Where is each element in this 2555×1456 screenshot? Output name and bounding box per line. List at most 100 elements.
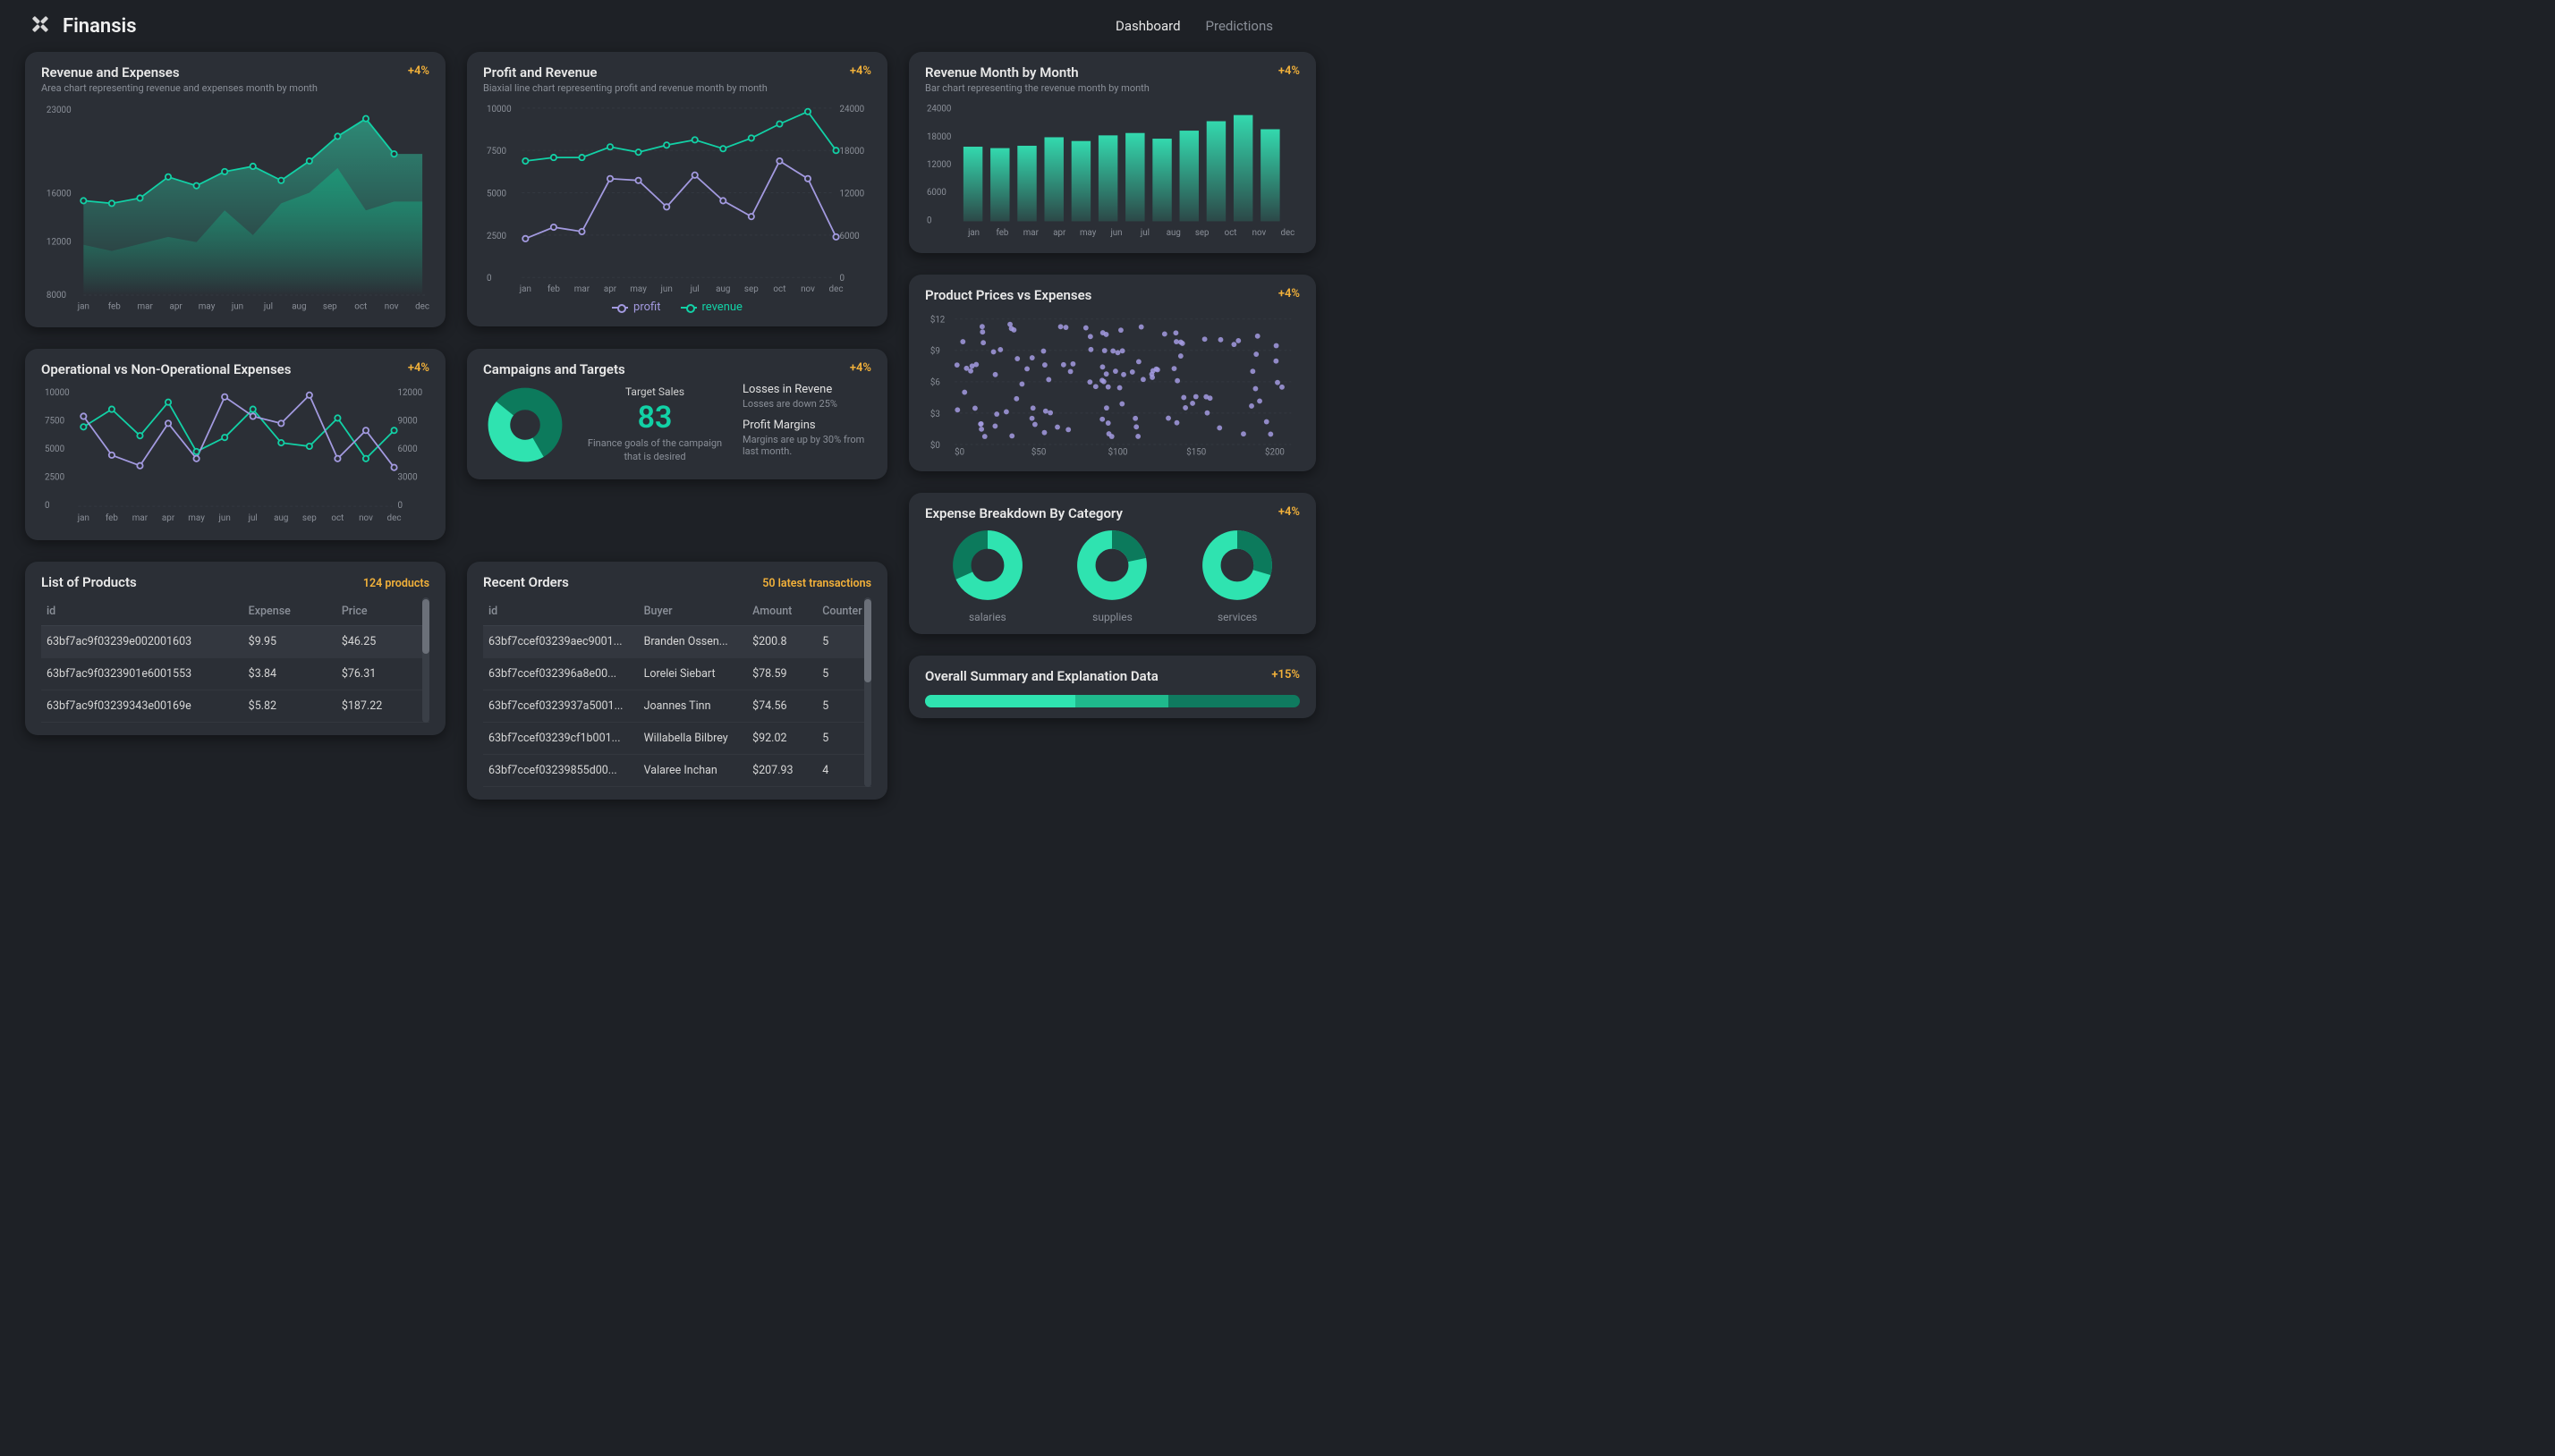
card-subtitle: Area chart representing revenue and expe… — [41, 82, 318, 94]
brand-name: Finansis — [63, 15, 137, 38]
svg-text:7500: 7500 — [487, 147, 506, 157]
col-price: Price — [336, 597, 429, 626]
svg-text:oct: oct — [331, 513, 344, 523]
card-title: Recent Orders — [483, 574, 569, 590]
svg-text:24000: 24000 — [839, 105, 864, 114]
donut-icon — [1199, 527, 1276, 604]
progress-seg-2 — [1075, 695, 1169, 707]
svg-text:aug: aug — [716, 284, 730, 293]
cell-buyer: Valaree Inchan — [639, 754, 748, 786]
scrollbar[interactable] — [422, 597, 429, 723]
donut-salaries: salaries — [949, 527, 1026, 623]
scrollbar[interactable] — [864, 597, 871, 787]
progress-bar — [925, 695, 1300, 707]
svg-text:nov: nov — [1252, 228, 1267, 238]
svg-text:$200: $200 — [1265, 448, 1285, 457]
products-table: id Expense Price 63bf7ac9f03239e00200160… — [41, 597, 429, 723]
logo-icon — [29, 13, 52, 39]
svg-text:jan: jan — [77, 302, 89, 311]
cell-amount: $92.02 — [747, 722, 817, 754]
col-id: id — [41, 597, 243, 626]
cell-expense: $5.82 — [243, 690, 336, 722]
card-title: Revenue and Expenses — [41, 64, 318, 80]
svg-text:18000: 18000 — [839, 147, 864, 157]
table-row[interactable]: 63bf7ccef032396a8e00...Lorelei Siebart$7… — [483, 657, 871, 690]
delta-badge: +15% — [1271, 668, 1300, 681]
svg-text:aug: aug — [292, 302, 306, 311]
card-opex: Operational vs Non-Operational Expenses … — [25, 349, 446, 540]
card-scatter: Product Prices vs Expenses +4% $12$9$6$3… — [909, 275, 1316, 471]
donut-services: services — [1199, 527, 1276, 623]
svg-text:5000: 5000 — [45, 444, 64, 454]
chart-legend: profit revenue — [483, 301, 871, 314]
nav-dashboard[interactable]: Dashboard — [1116, 18, 1181, 34]
table-row[interactable]: 63bf7ccef03239855d00...Valaree Inchan$20… — [483, 754, 871, 786]
svg-text:dec: dec — [1280, 228, 1294, 238]
svg-text:9000: 9000 — [397, 416, 417, 426]
svg-text:apr: apr — [604, 284, 617, 293]
table-row[interactable]: 63bf7ccef0323937a5001...Joannes Tinn$74.… — [483, 690, 871, 722]
card-campaigns: Campaigns and Targets +4% Target Sales 8… — [467, 349, 887, 479]
svg-text:oct: oct — [773, 284, 785, 293]
legend-revenue: revenue — [681, 301, 743, 314]
svg-text:8000: 8000 — [47, 291, 66, 301]
table-row[interactable]: 63bf7ccef03239aec9001...Branden Ossen...… — [483, 625, 871, 657]
table-row[interactable]: 63bf7ccef03239cf1b001...Willabella Bilbr… — [483, 722, 871, 754]
svg-text:2500: 2500 — [45, 472, 64, 482]
svg-text:2500: 2500 — [487, 232, 506, 241]
cell-price: $187.22 — [336, 690, 429, 722]
card-products: List of Products 124 products id Expense… — [25, 562, 446, 735]
svg-text:0: 0 — [487, 274, 492, 284]
top-bar: Finansis Dashboard Predictions — [0, 0, 1302, 47]
cell-expense: $9.95 — [243, 625, 336, 657]
donut-label: salaries — [969, 611, 1006, 623]
svg-text:sep: sep — [302, 513, 317, 523]
biaxial-line-chart: 100007500500025000 120009000600030000 ja… — [41, 383, 429, 524]
cell-amount: $200.8 — [747, 625, 817, 657]
svg-text:10000: 10000 — [487, 105, 512, 114]
card-summary: Overall Summary and Explanation Data +15… — [909, 656, 1316, 718]
nav-predictions[interactable]: Predictions — [1206, 18, 1273, 34]
svg-text:$9: $9 — [930, 347, 940, 357]
cell-id: 63bf7ac9f0323901e6001553 — [41, 657, 243, 690]
svg-text:aug: aug — [274, 513, 288, 523]
cell-expense: $3.84 — [243, 657, 336, 690]
cell-amount: $207.93 — [747, 754, 817, 786]
losses-sub: Losses are down 25% — [743, 398, 871, 410]
svg-text:10000: 10000 — [45, 388, 70, 398]
donut-icon — [1074, 527, 1150, 604]
donut-label: supplies — [1092, 611, 1133, 623]
top-nav: Dashboard Predictions — [1116, 18, 1273, 34]
svg-text:0: 0 — [397, 501, 403, 511]
table-row[interactable]: 63bf7ac9f0323901e6001553$3.84$76.31 — [41, 657, 429, 690]
svg-text:$0: $0 — [930, 441, 940, 451]
svg-text:$100: $100 — [1108, 448, 1128, 457]
svg-text:oct: oct — [354, 302, 367, 311]
svg-text:jul: jul — [248, 513, 258, 523]
svg-text:12000: 12000 — [47, 238, 72, 248]
svg-text:may: may — [630, 284, 647, 293]
card-profit-revenue: Profit and Revenue Biaxial line chart re… — [467, 52, 887, 326]
cell-buyer: Branden Ossen... — [639, 625, 748, 657]
table-row[interactable]: 63bf7ac9f03239e002001603$9.95$46.25 — [41, 625, 429, 657]
svg-text:6000: 6000 — [839, 232, 859, 241]
target-value: 83 — [583, 400, 726, 436]
col-counter: Counter — [817, 597, 871, 626]
table-row[interactable]: 63bf7ac9f03239343e00169e$5.82$187.22 — [41, 690, 429, 722]
svg-text:nov: nov — [385, 302, 399, 311]
svg-text:jul: jul — [263, 302, 273, 311]
col-expense: Expense — [243, 597, 336, 626]
svg-text:$3: $3 — [930, 410, 940, 419]
margins-sub: Margins are up by 30% from last month. — [743, 434, 871, 457]
target-note: Finance goals of the campaign that is de… — [583, 437, 726, 463]
legend-label: revenue — [702, 301, 743, 314]
svg-text:may: may — [188, 513, 205, 523]
svg-text:mar: mar — [1023, 228, 1040, 238]
legend-label: profit — [633, 301, 660, 314]
losses-title: Losses in Revene — [743, 383, 871, 396]
svg-text:24000: 24000 — [927, 105, 951, 114]
area-chart: 2300016000120008000 janfebmaraprmayjunju… — [41, 99, 429, 311]
svg-text:0: 0 — [927, 216, 931, 225]
products-count: 124 products — [363, 577, 429, 590]
cell-price: $76.31 — [336, 657, 429, 690]
